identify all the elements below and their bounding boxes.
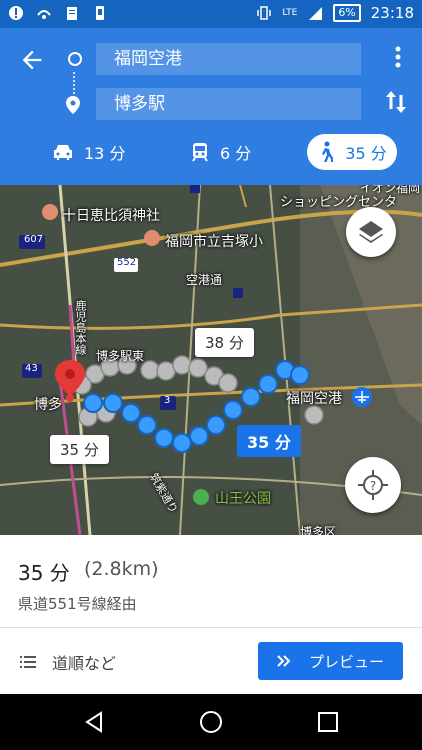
airport-icon	[352, 387, 372, 407]
label-hakata-east: 博多駅東	[96, 349, 145, 363]
mode-driving[interactable]: 13 分	[52, 132, 125, 172]
route-connector	[73, 72, 77, 94]
route-time-label[interactable]: 35 分	[237, 425, 301, 457]
preview-label: プレビュー	[308, 652, 384, 671]
route-via: 県道551号線経由	[18, 595, 137, 613]
destination-input[interactable]: 博多駅	[96, 88, 361, 120]
mode-driving-time: 13 分	[84, 144, 126, 163]
destination-pin-icon	[66, 96, 80, 114]
more-options-icon[interactable]	[394, 46, 402, 68]
label-school[interactable]: 福岡市立吉塚小	[165, 231, 263, 251]
back-arrow-icon[interactable]	[18, 46, 46, 74]
layers-button[interactable]	[346, 207, 396, 257]
car-icon	[54, 145, 72, 160]
status-bar: LTE 6% 23:18	[0, 0, 422, 28]
layers-icon	[359, 221, 383, 243]
label-kagoshima-line: 鹿児島本線	[74, 300, 87, 355]
route-distance: (2.8km)	[84, 558, 159, 580]
back-icon[interactable]	[82, 710, 106, 734]
label-shopping-top[interactable]: イオン福岡	[360, 185, 420, 196]
clock: 23:18	[370, 4, 414, 22]
mode-walking[interactable]: 35 分	[307, 134, 397, 170]
mode-walking-time: 35 分	[345, 144, 387, 163]
walking-icon	[322, 141, 334, 162]
train-icon	[192, 143, 208, 162]
alt-route-time-bubble[interactable]: 38 分	[195, 328, 254, 357]
steps-button[interactable]: 道順など	[20, 650, 116, 674]
label-airport[interactable]: 福岡空港	[286, 388, 342, 408]
label-hakata[interactable]: 博多	[34, 394, 62, 414]
start-time-bubble[interactable]: 35 分	[50, 435, 109, 464]
shrine-icon	[42, 204, 58, 220]
phone-icon	[96, 6, 104, 20]
directions-header: 福岡空港 博多駅 13 分 6 分 35 分	[0, 28, 422, 185]
alert-icon	[9, 6, 23, 20]
network-type: LTE	[282, 8, 298, 18]
label-park[interactable]: 山王公園	[215, 488, 271, 508]
route-shield-43: 43	[25, 363, 38, 374]
clipboard-icon	[67, 7, 77, 20]
vibrate-icon	[257, 6, 272, 20]
school-icon	[144, 230, 160, 246]
label-shrine[interactable]: 十日恵比須神社	[62, 205, 160, 225]
route-duration: 35 分	[18, 561, 70, 585]
steps-label: 道順など	[52, 654, 117, 673]
mode-transit[interactable]: 6 分	[190, 132, 251, 172]
travel-modes: 13 分 6 分 35 分	[0, 132, 422, 176]
origin-dot-icon	[68, 52, 82, 66]
wifi-call-icon	[37, 10, 51, 19]
route-shield-3: 3	[164, 395, 171, 406]
status-icons-right: LTE 6% 23:18	[256, 4, 414, 22]
preview-button[interactable]: プレビュー	[258, 642, 403, 680]
route-shield-552: 552	[117, 257, 137, 268]
swap-icon[interactable]	[384, 89, 408, 115]
origin-input[interactable]: 福岡空港	[96, 43, 361, 75]
double-chevron-icon	[277, 655, 291, 667]
battery-indicator: 6%	[333, 4, 361, 22]
status-icons-left	[8, 5, 108, 21]
label-airport-line: 空港通	[186, 273, 223, 287]
my-location-button[interactable]: ?	[345, 457, 401, 513]
home-icon[interactable]	[199, 710, 223, 734]
signal-icon	[309, 7, 323, 20]
route-summary[interactable]: 35 分 (2.8km) 県道551号線経由	[0, 535, 422, 627]
my-location-icon: ?	[358, 470, 388, 500]
label-hakata-ward: 博多区	[300, 525, 337, 535]
list-icon	[20, 656, 36, 668]
mode-transit-time: 6 分	[220, 144, 252, 163]
park-icon	[193, 489, 209, 505]
system-nav-bar	[0, 694, 422, 750]
recents-icon[interactable]	[316, 710, 340, 734]
map-view[interactable]: 十日恵比須神社 福岡市立吉塚小 ショッピングセンタ イオン福岡 空港通 博多駅東…	[0, 185, 422, 535]
route-shield-607: 607	[24, 234, 44, 245]
svg-text:?: ?	[370, 479, 376, 493]
bottom-actions: 道順など プレビュー	[0, 628, 422, 694]
